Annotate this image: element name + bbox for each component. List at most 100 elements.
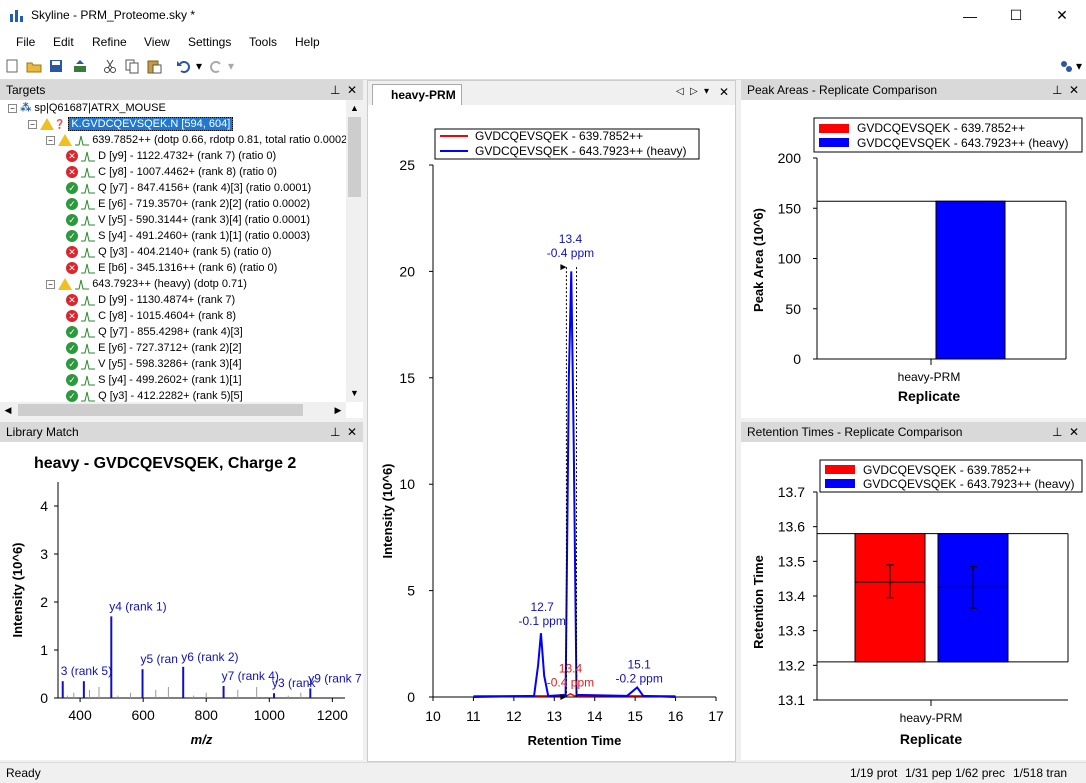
undo-icon[interactable] [176,58,192,74]
scroll-thumb[interactable] [348,117,361,197]
y-tick-label: 4 [40,498,48,514]
tree-node[interactable]: ✓ E [y6] - 727.3712+ (rank 2)[2] [66,340,242,356]
open-folder-icon[interactable] [26,58,42,74]
close-icon[interactable]: ✕ [1069,80,1079,100]
menu-refine[interactable]: Refine [92,35,127,49]
chromatogram-peak-icon [81,167,96,178]
tree-node[interactable]: ✕ D [y9] - 1130.4874+ (rank 7) [66,292,235,308]
close-icon[interactable]: ✕ [347,422,357,442]
new-file-icon[interactable] [4,58,20,74]
ms-dropdown-icon[interactable]: ▾ [1074,58,1084,74]
peak-rt-label: 13.4 [559,232,583,246]
x-axis-label: Replicate [898,388,960,404]
close-icon[interactable]: ✕ [1069,422,1079,442]
scroll-down-icon[interactable]: ▼ [346,385,363,402]
menu-tools[interactable]: Tools [249,35,277,49]
menu-help[interactable]: Help [295,35,320,49]
y-tick-label: 50 [785,301,801,317]
targets-hscrollbar[interactable]: ◀ ▶ [0,402,346,418]
tree-node[interactable]: ✕ C [y8] - 1015.4604+ (rank 8) [66,308,236,324]
y-tick-label: 3 [40,546,48,562]
pin-icon[interactable]: ⊥ [1052,80,1062,100]
tree-node[interactable]: ✓ S [y4] - 491.2460+ (rank 1)[1] (ratio … [66,228,310,244]
close-icon[interactable]: ✕ [347,80,357,100]
tree-node[interactable]: ✕ C [y8] - 1007.4462+ (rank 8) (ratio 0) [66,164,277,180]
close-button[interactable]: ✕ [1039,0,1085,31]
targets-vscrollbar[interactable]: ▲ ▼ [346,100,363,402]
tree-node[interactable]: − 639.7852++ (dotp 0.66, rdotp 0.81, tot… [46,132,347,148]
chromatogram-peak-icon [81,231,96,242]
cut-icon[interactable] [102,58,118,74]
pin-icon[interactable]: ⊥ [330,422,340,442]
redo-dropdown-icon[interactable]: ▾ [226,58,236,74]
publish-icon[interactable] [72,58,88,74]
scroll-up-icon[interactable]: ▲ [346,100,363,117]
tree-node[interactable]: − ❓ K.GVDCQEVSQEK.N [594, 604] [28,116,234,132]
chromatogram-chart[interactable]: GVDCQEVSQEK - 639.7852++GVDCQEVSQEK - 64… [368,105,735,761]
tree-node[interactable]: ✓ S [y4] - 499.2602+ (rank 1)[1] [66,372,242,388]
x-tick-label: 14 [587,708,603,724]
ms-icon[interactable] [1058,58,1074,74]
tree-node-label: E [y6] - 727.3712+ (rank 2)[2] [98,342,242,354]
tree-node[interactable]: ✓ Q [y7] - 847.4156+ (rank 4)[3] (ratio … [66,180,311,196]
y-tick-label: 5 [407,583,415,599]
scroll-right-icon[interactable]: ▶ [330,402,346,418]
minimize-button[interactable]: — [947,0,993,31]
copy-icon[interactable] [124,58,140,74]
tree-node[interactable]: ✕ Q [y3] - 404.2140+ (rank 5) (ratio 0) [66,244,271,260]
expander-icon[interactable]: − [46,135,55,145]
x-tick-label: 10 [425,708,441,724]
check-icon: ✓ [66,182,78,195]
menu-edit[interactable]: Edit [53,35,74,49]
tree-node[interactable]: − ⁂ sp|Q61687|ATRX_MOUSE [8,100,166,116]
peak-areas-chart[interactable]: GVDCQEVSQEK - 639.7852++GVDCQEVSQEK - 64… [741,100,1086,418]
x-tick-label: 12 [506,708,522,724]
tab-heavy-prm[interactable]: heavy-PRM [372,84,462,105]
tree-node[interactable]: − 643.7923++ (heavy) (dotp 0.71) [46,276,247,292]
pin-icon[interactable]: ⊥ [1052,422,1062,442]
tree-node[interactable]: ✓ V [y5] - 590.3144+ (rank 3)[4] (ratio … [66,212,310,228]
close-icon[interactable]: ✕ [719,85,729,99]
peak-rt-label: 12.7 [530,600,554,614]
legend-swatch [819,138,849,147]
tree-node-label: Q [y7] - 855.4298+ (rank 4)[3] [98,326,243,338]
tab-right-icon[interactable]: ▷ [690,86,698,97]
redo-icon[interactable] [208,58,224,74]
save-icon[interactable] [48,58,64,74]
scroll-left-icon[interactable]: ◀ [0,402,16,418]
tree-node[interactable]: ✕ E [b6] - 345.1316++ (rank 6) (ratio 0) [66,260,277,276]
tree-node[interactable]: ✓ V [y5] - 598.3286+ (rank 3)[4] [66,356,242,372]
tree-node[interactable]: ✓ Q [y7] - 855.4298+ (rank 4)[3] [66,324,243,340]
y-tick-label: 20 [399,263,415,279]
y-tick-label: 13.3 [778,623,805,639]
expander-icon[interactable]: − [28,119,37,129]
retention-chart[interactable]: GVDCQEVSQEK - 639.7852++GVDCQEVSQEK - 64… [741,442,1086,760]
paste-icon[interactable] [146,58,162,74]
title-bar: Skyline - PRM_Proteome.sky * — ☐ ✕ [0,0,1086,31]
x-tick-label: 17 [708,708,724,724]
hscroll-thumb[interactable] [18,404,303,416]
y-tick-label: 1 [40,642,48,658]
tab-menu-icon[interactable]: ▾ [704,86,709,97]
tab-left-icon[interactable]: ◁ [676,86,684,97]
legend-label: GVDCQEVSQEK - 643.7923++ (heavy) [857,136,1068,150]
check-icon: ✓ [66,390,78,403]
library-spectrum-chart[interactable]: heavy - GVDCQEVSQEK, Charge 2 0 1 2 3 4 400 600… [0,442,363,760]
targets-tree[interactable]: − ⁂ sp|Q61687|ATRX_MOUSE − ❓ K.GVDCQEVSQE… [0,100,363,418]
x-tick-label: 600 [131,707,155,723]
tree-node-label: S [y4] - 499.2602+ (rank 1)[1] [98,374,242,386]
undo-dropdown-icon[interactable]: ▾ [194,58,204,74]
y-tick-label: 200 [778,150,802,166]
tree-node[interactable]: ✓ E [y6] - 719.3570+ (rank 2)[2] (ratio … [66,196,310,212]
menu-settings[interactable]: Settings [188,35,231,49]
expander-icon[interactable]: − [46,279,55,289]
boundary-arrow [560,264,567,271]
error-icon: ✕ [66,310,78,323]
tree-node[interactable]: ✕ D [y9] - 1122.4732+ (rank 7) (ratio 0) [66,148,276,164]
y-tick-label: 13.6 [778,519,805,535]
expander-icon[interactable]: − [8,103,17,113]
menu-view[interactable]: View [144,35,170,49]
maximize-button[interactable]: ☐ [993,0,1039,31]
pin-icon[interactable]: ⊥ [330,80,340,100]
menu-file[interactable]: File [16,35,35,49]
